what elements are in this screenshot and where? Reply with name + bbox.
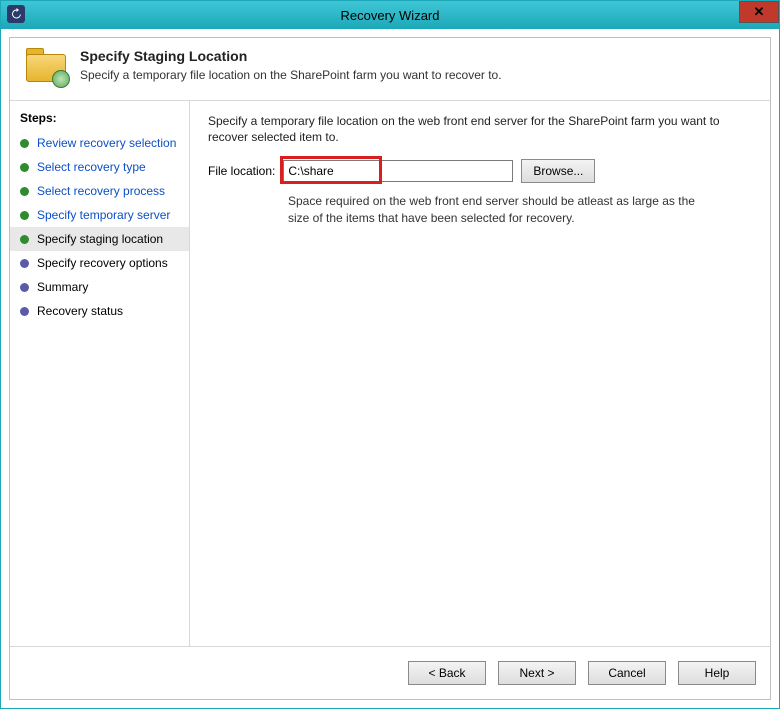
steps-header: Steps: <box>10 107 189 131</box>
step-done-icon <box>20 163 29 172</box>
instruction-text: Specify a temporary file location on the… <box>208 113 752 145</box>
help-button[interactable]: Help <box>678 661 756 685</box>
close-button[interactable]: ✕ <box>739 1 779 23</box>
step-select-recovery-process[interactable]: Select recovery process <box>10 179 189 203</box>
app-icon <box>7 5 25 23</box>
wizard-frame: Specify Staging Location Specify a tempo… <box>9 37 771 700</box>
space-requirement-hint: Space required on the web front end serv… <box>288 193 718 225</box>
step-done-icon <box>20 235 29 244</box>
step-label: Select recovery type <box>37 160 146 174</box>
step-pending-icon <box>20 259 29 268</box>
step-summary[interactable]: Summary <box>10 275 189 299</box>
step-pending-icon <box>20 307 29 316</box>
step-specify-temporary-server[interactable]: Specify temporary server <box>10 203 189 227</box>
next-button[interactable]: Next > <box>498 661 576 685</box>
step-done-icon <box>20 187 29 196</box>
step-done-icon <box>20 211 29 220</box>
step-specify-staging-location[interactable]: Specify staging location <box>10 227 189 251</box>
step-label: Recovery status <box>37 304 123 318</box>
titlebar: Recovery Wizard ✕ <box>1 1 779 29</box>
step-label: Specify staging location <box>37 232 163 246</box>
steps-sidebar: Steps: Review recovery selection Select … <box>10 101 190 646</box>
back-button[interactable]: < Back <box>408 661 486 685</box>
step-done-icon <box>20 139 29 148</box>
step-label: Review recovery selection <box>37 136 176 150</box>
wizard-header: Specify Staging Location Specify a tempo… <box>10 38 770 101</box>
step-label: Summary <box>37 280 88 294</box>
window-title: Recovery Wizard <box>341 8 440 23</box>
step-label: Select recovery process <box>37 184 165 198</box>
staging-folder-icon <box>24 48 68 86</box>
step-specify-recovery-options[interactable]: Specify recovery options <box>10 251 189 275</box>
wizard-footer: < Back Next > Cancel Help <box>10 646 770 699</box>
recovery-wizard-window: Recovery Wizard ✕ Specify Staging Locati… <box>0 0 780 709</box>
wizard-content: Specify a temporary file location on the… <box>190 101 770 646</box>
browse-button[interactable]: Browse... <box>521 159 595 183</box>
step-recovery-status[interactable]: Recovery status <box>10 299 189 323</box>
step-label: Specify temporary server <box>37 208 170 222</box>
file-location-label: File location: <box>208 164 275 178</box>
cancel-button[interactable]: Cancel <box>588 661 666 685</box>
step-pending-icon <box>20 283 29 292</box>
step-review-recovery-selection[interactable]: Review recovery selection <box>10 131 189 155</box>
close-icon: ✕ <box>754 4 765 20</box>
page-title: Specify Staging Location <box>80 48 502 64</box>
file-location-input[interactable] <box>283 160 513 182</box>
step-label: Specify recovery options <box>37 256 168 270</box>
step-select-recovery-type[interactable]: Select recovery type <box>10 155 189 179</box>
page-subtitle: Specify a temporary file location on the… <box>80 68 502 82</box>
